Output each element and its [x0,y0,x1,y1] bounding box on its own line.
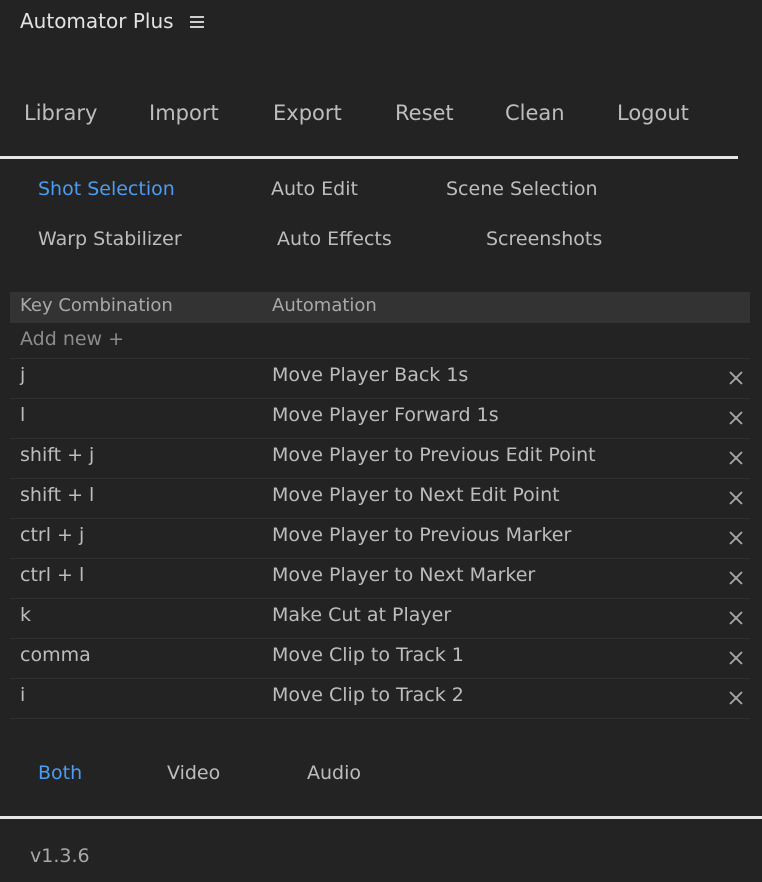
tab-screenshots[interactable]: Screenshots [486,228,602,250]
hamburger-menu-icon[interactable] [190,16,204,28]
app-title: Automator Plus [20,9,174,33]
nav-library[interactable]: Library [24,101,97,125]
tab-audio[interactable]: Audio [307,762,361,784]
tab-both[interactable]: Both [38,762,82,784]
close-icon[interactable] [728,690,744,706]
close-icon[interactable] [728,610,744,626]
row-key: ctrl + j [20,524,85,546]
nav-import[interactable]: Import [149,101,219,125]
table-row: l Move Player Forward 1s [10,399,750,439]
table-row: shift + j Move Player to Previous Edit P… [10,439,750,479]
add-new-row: Add new + [10,323,750,359]
row-automation: Move Clip to Track 2 [272,684,464,706]
close-icon[interactable] [728,650,744,666]
version-label: v1.3.6 [30,845,90,867]
table-header: Key Combination Automation [10,292,750,323]
row-key: shift + l [20,484,95,506]
header-key-combination: Key Combination [20,295,173,316]
nav-export[interactable]: Export [273,101,342,125]
table-row: i Move Clip to Track 2 [10,679,750,719]
row-key: ctrl + l [20,564,85,586]
close-icon[interactable] [728,410,744,426]
close-icon[interactable] [728,570,744,586]
nav-reset[interactable]: Reset [395,101,454,125]
top-divider [0,156,738,159]
row-key: i [20,684,26,706]
table-row: k Make Cut at Player [10,599,750,639]
table-row: j Move Player Back 1s [10,359,750,399]
bottom-divider [0,816,762,819]
row-automation: Move Player to Next Edit Point [272,484,560,506]
row-automation: Move Player to Previous Marker [272,524,572,546]
header-automation: Automation [272,295,377,316]
close-icon[interactable] [728,490,744,506]
shortcut-table: Key Combination Automation Add new + j M… [10,292,750,719]
close-icon[interactable] [728,530,744,546]
tab-shot-selection[interactable]: Shot Selection [38,178,175,200]
tab-video[interactable]: Video [167,762,220,784]
row-key: k [20,604,32,626]
top-nav: Library Import Export Reset Clean Logout [0,101,762,129]
add-new-button[interactable]: Add new + [20,328,124,350]
nav-clean[interactable]: Clean [505,101,565,125]
row-automation: Move Player to Next Marker [272,564,536,586]
row-key: shift + j [20,444,95,466]
close-icon[interactable] [728,450,744,466]
row-automation: Move Player Back 1s [272,364,469,386]
row-key: j [20,364,26,386]
table-row: ctrl + j Move Player to Previous Marker [10,519,750,559]
tab-auto-effects[interactable]: Auto Effects [277,228,392,250]
tab-scene-selection[interactable]: Scene Selection [446,178,598,200]
row-automation: Move Player to Previous Edit Point [272,444,596,466]
table-row: shift + l Move Player to Next Edit Point [10,479,750,519]
row-automation: Make Cut at Player [272,604,452,626]
tab-warp-stabilizer[interactable]: Warp Stabilizer [38,228,182,250]
row-key: comma [20,644,91,666]
close-icon[interactable] [728,370,744,386]
table-row: ctrl + l Move Player to Next Marker [10,559,750,599]
row-automation: Move Clip to Track 1 [272,644,464,666]
nav-logout[interactable]: Logout [617,101,689,125]
row-automation: Move Player Forward 1s [272,404,499,426]
tab-auto-edit[interactable]: Auto Edit [271,178,358,200]
table-row: comma Move Clip to Track 1 [10,639,750,679]
row-key: l [20,404,26,426]
